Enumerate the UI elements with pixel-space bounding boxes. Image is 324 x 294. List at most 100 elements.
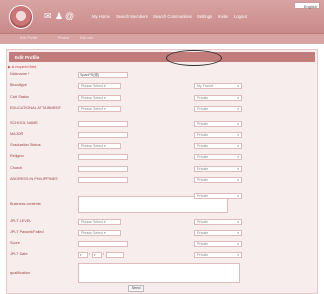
chevron-down-icon: ▾: [103, 220, 106, 224]
privacy-value: Private: [197, 133, 209, 137]
row-graduation-status: Graduation Status Please Select ▾ Privat…: [10, 143, 312, 151]
field-label: Civil Status: [10, 95, 29, 99]
row-jplt-date: JPLT Date ▾ / ▾ / Private ▾: [10, 252, 312, 260]
select-value: Please Select: [81, 84, 103, 88]
required-note: ▶ is required field.: [8, 65, 38, 69]
date-day-select[interactable]: ▾: [92, 252, 102, 258]
privacy-value: Private: [197, 231, 209, 235]
privacy-select[interactable]: Private ▾: [194, 154, 242, 160]
language-selector[interactable]: English: [294, 2, 320, 9]
site-logo[interactable]: [9, 5, 33, 29]
row-bloodtype: Bloodtype Please Select ▾ My Friend ▾: [10, 83, 312, 91]
privacy-select[interactable]: Private ▾: [194, 95, 242, 101]
nav-search-members[interactable]: Search Members: [116, 14, 148, 19]
field-label: Church: [10, 166, 23, 170]
select-value: Please Select: [81, 96, 103, 100]
privacy-select[interactable]: Private ▾: [194, 177, 242, 183]
field-label: EDUCATIONAL ATTAINMENT: [10, 106, 62, 110]
field-label: Score: [10, 241, 20, 245]
privacy-select[interactable]: Private ▾: [194, 166, 242, 172]
chevron-down-icon: ▾: [237, 122, 239, 126]
education-select[interactable]: Please Select ▾: [78, 106, 121, 112]
jplt-level-select[interactable]: Please Select ▾: [78, 219, 121, 225]
jplt-passed-select[interactable]: Please Select ▾: [78, 230, 121, 236]
people-icon[interactable]: ♟: [55, 12, 63, 21]
chevron-down-icon: ▾: [103, 84, 106, 88]
bloodtype-select[interactable]: Please Select ▾: [78, 83, 121, 89]
privacy-select[interactable]: Private ▾: [194, 106, 242, 112]
field-label: JPLT LEVEL: [10, 219, 32, 223]
privacy-select[interactable]: Private ▾: [194, 121, 242, 127]
date-year-input[interactable]: [106, 252, 124, 258]
subnav-photos[interactable]: Photos: [58, 36, 69, 40]
date-month-select[interactable]: ▾: [78, 252, 88, 258]
major-input[interactable]: [78, 132, 128, 138]
privacy-select[interactable]: Private ▾: [194, 132, 242, 138]
qualification-textarea[interactable]: [78, 263, 240, 283]
nickname-input[interactable]: SpanPS(綬): [78, 72, 128, 78]
panel-title: Edit Profile: [9, 52, 315, 62]
row-qualification: qualification: [10, 263, 312, 283]
religion-input[interactable]: [78, 154, 128, 160]
church-input[interactable]: [78, 166, 128, 172]
chevron-down-icon: ▾: [237, 231, 239, 235]
nav-invite[interactable]: Invite: [218, 14, 228, 19]
privacy-value: Private: [197, 253, 209, 257]
privacy-value: Private: [197, 122, 209, 126]
nav-settings[interactable]: Settings: [197, 14, 212, 19]
select-value: Please Select: [81, 220, 103, 224]
privacy-select[interactable]: Private ▾: [194, 230, 242, 236]
field-label: SCHOOL NAME: [10, 121, 38, 125]
select-value: Please Select: [81, 144, 103, 148]
privacy-value: Private: [197, 167, 209, 171]
top-header: ✉ ♟ @ My Home Search Members Search Comm…: [0, 0, 324, 34]
privacy-select[interactable]: Private ▾: [194, 143, 242, 149]
row-education: EDUCATIONAL ATTAINMENT Please Select ▾ P…: [10, 106, 312, 114]
chevron-down-icon: ▾: [237, 194, 239, 198]
privacy-select[interactable]: Private ▾: [194, 193, 242, 199]
civil-status-select[interactable]: Please Select ▾: [78, 95, 121, 101]
row-civil-status: Civil Status Please Select ▾ Private ▾: [10, 95, 312, 103]
score-input[interactable]: [78, 241, 128, 247]
chevron-down-icon: ▾: [80, 253, 82, 257]
chevron-down-icon: ▾: [237, 84, 239, 88]
privacy-value: Private: [197, 178, 209, 182]
privacy-select[interactable]: My Friend ▾: [194, 83, 242, 89]
subnav-edit-info[interactable]: Edit Info: [80, 36, 93, 40]
chevron-down-icon: ▾: [237, 220, 239, 224]
privacy-value: Private: [197, 96, 209, 100]
select-value: Please Select: [81, 231, 103, 235]
field-label: JPLT Date: [10, 252, 28, 256]
sub-navigation: Edit Profile Photos Edit Info: [0, 34, 324, 44]
privacy-value: Private: [197, 144, 209, 148]
field-label: ADDRESS IN PHILIPPINES: [10, 177, 58, 181]
row-address: ADDRESS IN PHILIPPINES Private ▾: [10, 177, 312, 185]
nav-search-communities[interactable]: Search Communities: [153, 14, 192, 19]
privacy-value: Private: [197, 155, 209, 159]
chevron-down-icon: ▾: [103, 231, 106, 235]
privacy-select[interactable]: Private ▾: [194, 219, 242, 225]
chevron-down-icon: ▾: [237, 178, 239, 182]
address-input[interactable]: [78, 177, 128, 183]
send-button[interactable]: Send: [128, 285, 144, 292]
row-school-name: SCHOOL NAME Private ▾: [10, 121, 312, 129]
chevron-down-icon: ▾: [237, 242, 239, 246]
envelope-icon[interactable]: ✉: [44, 12, 52, 21]
chevron-down-icon: ▾: [103, 144, 106, 148]
at-icon[interactable]: @: [65, 12, 74, 21]
field-label: Graduation Status: [10, 143, 41, 147]
privacy-select[interactable]: Private ▾: [194, 252, 242, 258]
nav-logout[interactable]: Logout: [234, 14, 247, 19]
chevron-down-icon: ▾: [237, 107, 239, 111]
row-score: Score Private ▾: [10, 241, 312, 249]
school-name-input[interactable]: [78, 121, 128, 127]
subnav-edit-profile[interactable]: Edit Profile: [20, 36, 37, 40]
privacy-select[interactable]: Private ▾: [194, 241, 242, 247]
privacy-value: Private: [197, 194, 209, 198]
annotation-ellipse: [166, 50, 222, 66]
graduation-status-select[interactable]: Please Select ▾: [78, 143, 121, 149]
row-religion: Religion Private ▾: [10, 154, 312, 162]
nav-my-home[interactable]: My Home: [92, 14, 110, 19]
field-label: qualification: [10, 271, 31, 275]
chevron-down-icon: ▾: [237, 133, 239, 137]
